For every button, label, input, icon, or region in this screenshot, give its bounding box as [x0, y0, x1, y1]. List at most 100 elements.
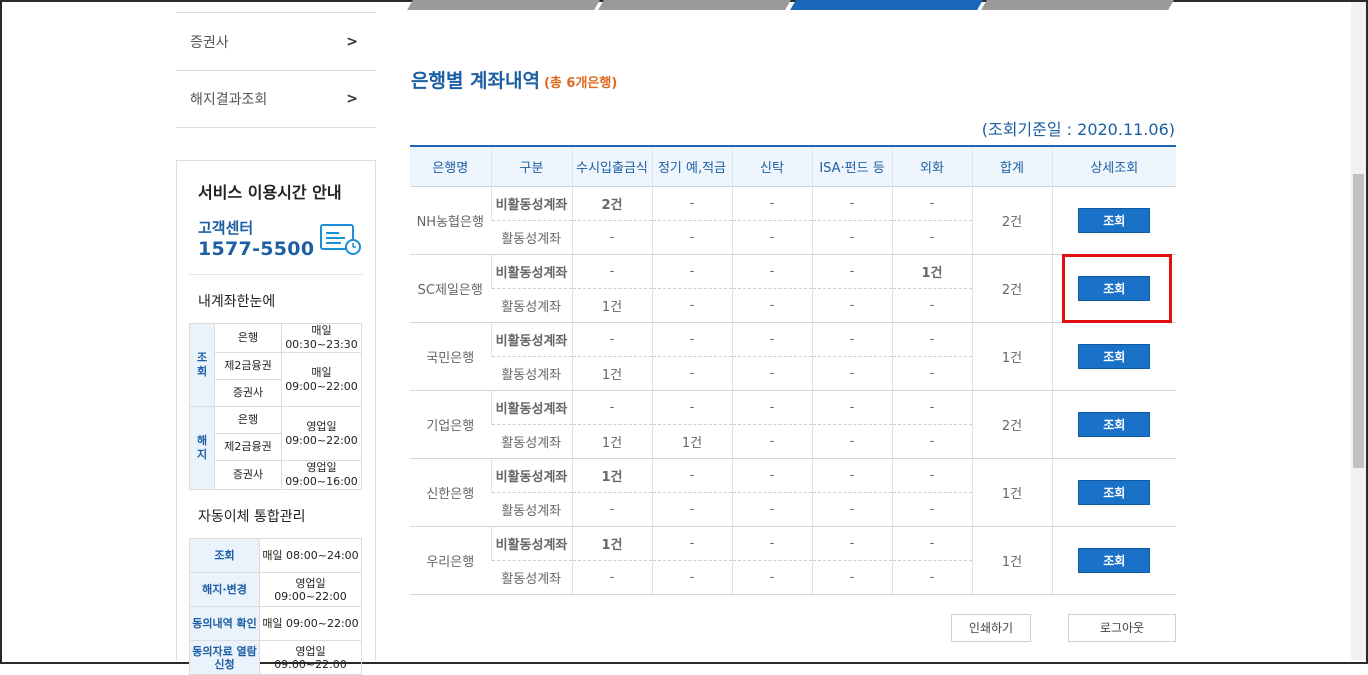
bank-name-cell: NH농협은행 [410, 186, 491, 254]
value-cell: - [732, 492, 812, 526]
detail-cell: 조회 [1052, 186, 1176, 254]
value-cell: - [892, 322, 972, 356]
table-row: NH농협은행비활동성계좌2건----2건조회 [410, 186, 1176, 220]
sidebar-item-securities[interactable]: 증권사 > [176, 12, 376, 70]
detail-cell: 조회 [1052, 322, 1176, 390]
column-header: 은행명 [410, 146, 491, 186]
value-cell: - [652, 322, 732, 356]
step-segment [981, 0, 1174, 10]
category-cell: 해지 [190, 407, 215, 490]
value-cell: 1건 [572, 458, 652, 492]
value-cell: - [652, 492, 732, 526]
value-cell: - [812, 356, 892, 390]
value-cell: - [812, 458, 892, 492]
value-cell: 영업일 09:00~22:00 [260, 573, 362, 607]
time-cell: 영업일 09:00~22:00 [282, 407, 362, 461]
table-row: 국민은행비활동성계좌-----1건조회 [410, 322, 1176, 356]
value-cell: - [732, 424, 812, 458]
value-cell: - [892, 560, 972, 594]
value-cell: - [812, 186, 892, 220]
step-segment-active [790, 0, 983, 10]
item-cell: 은행 [215, 324, 282, 353]
value-cell: - [732, 220, 812, 254]
account-overview-title: 내계좌한눈에 [198, 291, 363, 311]
account-hours-table: 조회 은행 매일 00:30~23:30 제2금융권 매일 09:00~22:0… [189, 323, 362, 490]
logout-button[interactable]: 로그아웃 [1068, 614, 1176, 642]
total-cell: 1건 [972, 526, 1052, 594]
vertical-scrollbar[interactable] [1351, 2, 1366, 660]
value-cell: - [652, 458, 732, 492]
column-header: ISA·펀드 등 [812, 146, 892, 186]
account-type-cell: 비활동성계좌 [491, 254, 572, 288]
value-cell: - [812, 288, 892, 322]
view-button[interactable]: 조회 [1078, 208, 1150, 233]
item-cell: 증권사 [215, 380, 282, 407]
value-cell: 1건 [652, 424, 732, 458]
chevron-right-icon: > [346, 91, 358, 107]
value-cell: - [732, 560, 812, 594]
value-cell: - [652, 390, 732, 424]
total-cell: 1건 [972, 322, 1052, 390]
item-cell: 제2금융권 [215, 434, 282, 461]
item-cell: 제2금융권 [215, 353, 282, 380]
print-button[interactable]: 인쇄하기 [951, 614, 1031, 642]
view-button[interactable]: 조회 [1078, 480, 1150, 505]
value-cell: - [812, 254, 892, 288]
guide-title: 서비스 이용시간 안내 [189, 179, 363, 203]
column-header: 구분 [491, 146, 572, 186]
customer-center: 고객센터 1577-5500 [189, 203, 363, 275]
account-type-cell: 비활동성계좌 [491, 458, 572, 492]
auto-transfer-table: 조회매일 08:00~24:00 해지·변경영업일 09:00~22:00 동의… [189, 538, 362, 675]
column-header: 외화 [892, 146, 972, 186]
column-header: 신탁 [732, 146, 812, 186]
view-button[interactable]: 조회 [1078, 412, 1150, 437]
key-cell: 동의내역 확인 [190, 607, 260, 641]
step-segment [407, 0, 600, 10]
table-header-row: 은행명 구분 수시입출금식 정기 예,적금 신탁 ISA·펀드 등 외화 합계 … [410, 146, 1176, 186]
value-cell: 1건 [892, 254, 972, 288]
key-cell: 해지·변경 [190, 573, 260, 607]
total-cell: 2건 [972, 390, 1052, 458]
value-cell: - [812, 322, 892, 356]
value-cell: - [732, 458, 812, 492]
value-cell: 1건 [572, 424, 652, 458]
account-type-cell: 활동성계좌 [491, 220, 572, 254]
value-cell: - [812, 390, 892, 424]
column-header: 합계 [972, 146, 1052, 186]
account-type-cell: 비활동성계좌 [491, 322, 572, 356]
customer-center-number: 1577-5500 [198, 238, 314, 260]
value-cell: - [572, 492, 652, 526]
sidebar-item-label: 해지결과조회 [190, 89, 267, 109]
value-cell: - [892, 424, 972, 458]
sidebar-menu: 증권사 > 해지결과조회 > [176, 12, 376, 128]
scrollbar-thumb[interactable] [1353, 174, 1364, 468]
value-cell: - [732, 186, 812, 220]
account-type-cell: 활동성계좌 [491, 492, 572, 526]
value-cell: - [892, 526, 972, 560]
value-cell: 1건 [572, 526, 652, 560]
value-cell: - [892, 492, 972, 526]
sidebar-item-cancel-result[interactable]: 해지결과조회 > [176, 70, 376, 128]
customer-center-label: 고객센터 [198, 217, 314, 238]
value-cell: - [892, 356, 972, 390]
value-cell: - [652, 220, 732, 254]
customer-center-icon [319, 221, 363, 257]
value-cell: - [652, 288, 732, 322]
value-cell: - [572, 322, 652, 356]
bank-count: (총 6개은행) [544, 76, 617, 91]
chevron-right-icon: > [346, 34, 358, 50]
value-cell: - [572, 560, 652, 594]
bank-name-cell: 기업은행 [410, 390, 491, 458]
view-button[interactable]: 조회 [1078, 548, 1150, 573]
view-button[interactable]: 조회 [1078, 344, 1150, 369]
value-cell: 매일 08:00~24:00 [260, 539, 362, 573]
value-cell: - [812, 526, 892, 560]
total-cell: 2건 [972, 186, 1052, 254]
value-cell: - [572, 254, 652, 288]
bank-name-cell: 신한은행 [410, 458, 491, 526]
value-cell: 2건 [572, 186, 652, 220]
step-progress-bar [410, 0, 1171, 10]
page-title-text: 은행별 계좌내역 [411, 70, 540, 92]
bank-name-cell: 우리은행 [410, 526, 491, 594]
step-segment [598, 0, 791, 10]
